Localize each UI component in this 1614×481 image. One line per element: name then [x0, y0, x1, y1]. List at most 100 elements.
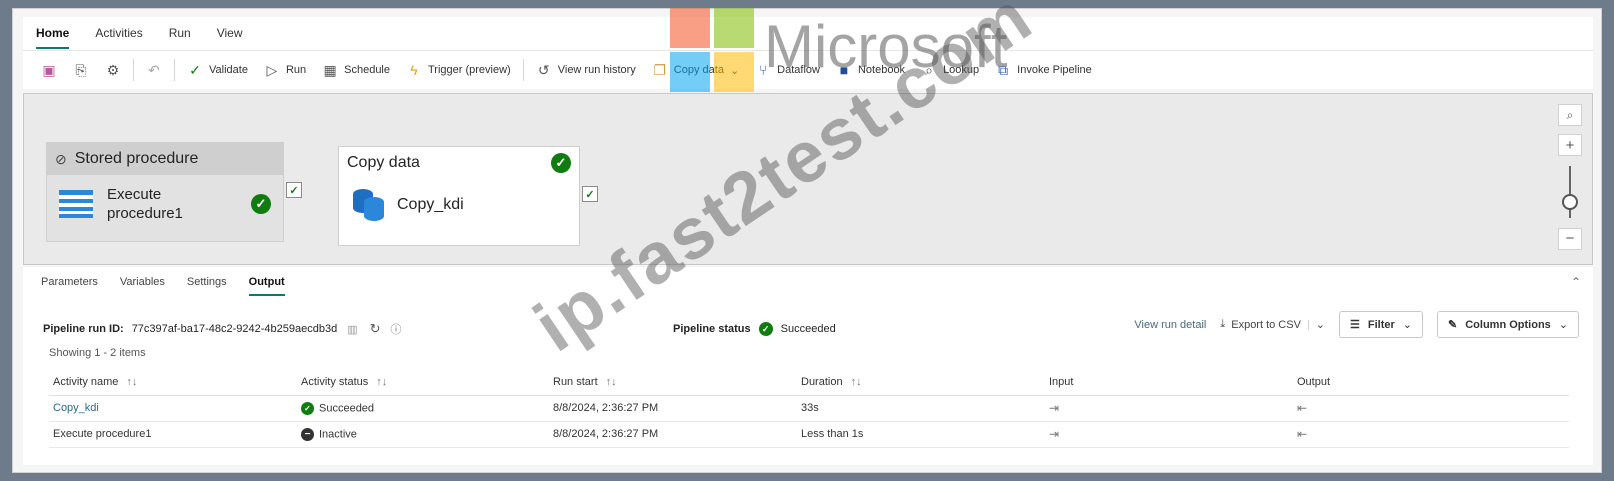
validate-button[interactable]: ✓ Validate — [179, 57, 256, 83]
collapse-panel-icon[interactable]: ⌃ — [1571, 275, 1581, 289]
save-as-button[interactable]: ⎘ — [65, 57, 97, 83]
chevron-down-icon[interactable]: ⌄ — [1316, 318, 1325, 331]
run-button[interactable]: ▷ Run — [256, 57, 314, 83]
pencil-icon: ✎ — [1448, 319, 1458, 331]
stored-procedure-icon — [59, 190, 93, 218]
success-connector-handle[interactable]: ✓ — [286, 182, 302, 198]
sort-icon[interactable]: ↑↓ — [606, 376, 617, 388]
chevron-down-icon: ⌄ — [1558, 319, 1568, 331]
table-header-row: Activity name ↑↓ Activity status ↑↓ Run st… — [49, 369, 1569, 396]
node-body: Copy_kdi — [339, 179, 579, 231]
input-icon[interactable]: ⇥ — [1049, 401, 1059, 415]
view-run-history-button[interactable]: ↺ View run history — [528, 57, 644, 83]
table-row[interactable]: Execute procedure1 − Inactive 8/8/2024, 2… — [49, 421, 1569, 448]
dataflow-button[interactable]: ⑂ Dataflow — [747, 57, 828, 83]
tab-run[interactable]: Run — [156, 17, 204, 51]
schedule-button[interactable]: ▦ Schedule — [314, 57, 398, 83]
view-run-detail-link[interactable]: View run detail — [1134, 319, 1206, 331]
activity-node-stored-procedure[interactable]: ⊘ Stored procedure Execute procedure1 ✓ — [46, 142, 284, 242]
run-id-label: Pipeline run ID: — [43, 323, 124, 335]
copy-data-label: Copy data — [673, 64, 724, 76]
inactive-icon: − — [301, 427, 314, 441]
lightning-icon: ϟ — [410, 62, 418, 78]
activity-name[interactable]: Execute procedure1 — [53, 428, 151, 440]
gear-icon: ⚙ — [106, 61, 120, 78]
save-as-icon: ⎘ — [75, 61, 87, 78]
notebook-icon: ■ — [839, 62, 849, 78]
notebook-button[interactable]: ■ Notebook — [828, 57, 913, 83]
sort-icon[interactable]: ↑↓ — [376, 376, 387, 388]
tab-activities[interactable]: Activities — [82, 17, 155, 51]
output-icon[interactable]: ⇤ — [1297, 401, 1307, 415]
trigger-label: Trigger (preview) — [428, 64, 511, 76]
zoom-out-button[interactable]: − — [1558, 227, 1582, 251]
export-csv-label: Export to CSV — [1231, 318, 1301, 331]
node-header: ⊘ Stored procedure — [47, 143, 283, 175]
trigger-button[interactable]: ϟ Trigger (preview) — [398, 57, 519, 83]
node-type-label: Copy data — [347, 154, 420, 171]
activity-node-copy-data[interactable]: Copy data ✓ Copy_kdi — [338, 146, 580, 246]
bottom-panel: Parameters Variables Settings Output ⌃ P… — [23, 267, 1593, 465]
invoke-pipeline-button[interactable]: ⧉ Invoke Pipeline — [987, 57, 1100, 83]
sort-icon[interactable]: ↑↓ — [851, 376, 862, 388]
column-header-run-start[interactable]: Run start ↑↓ — [549, 369, 797, 396]
settings-button[interactable]: ⚙ — [97, 57, 129, 83]
pipeline-canvas[interactable]: ⊘ Stored procedure Execute procedure1 ✓ … — [23, 93, 1593, 265]
column-options-button[interactable]: ✎ Column Options ⌄ — [1437, 311, 1579, 338]
duration: Less than 1s — [797, 421, 1045, 448]
view-run-history-label: View run history — [557, 64, 636, 76]
zoom-search-button[interactable]: ⌕ — [1558, 104, 1582, 127]
zoom-slider[interactable] — [1562, 166, 1578, 218]
success-connector-handle[interactable]: ✓ — [582, 186, 598, 202]
schedule-label: Schedule — [344, 64, 390, 76]
notebook-label: Notebook — [857, 64, 906, 76]
zoom-in-button[interactable]: + — [1558, 134, 1582, 157]
tab-parameters[interactable]: Parameters — [41, 276, 98, 288]
copy-data-button[interactable]: ❐ Copy data ⌄ — [644, 57, 747, 83]
refresh-icon[interactable]: ↻ — [370, 321, 381, 337]
export-csv-button[interactable]: ⤓ Export to CSV | ⌄ — [1220, 318, 1325, 331]
column-header-duration[interactable]: Duration ↑↓ — [797, 369, 1045, 396]
tab-home[interactable]: Home — [23, 17, 82, 51]
history-icon: ↺ — [537, 61, 550, 78]
undo-icon: ↶ — [148, 61, 160, 78]
tab-view[interactable]: View — [204, 17, 256, 51]
dataflow-icon: ⑂ — [758, 62, 768, 78]
tab-output[interactable]: Output — [248, 276, 285, 296]
node-type-label: Stored procedure — [74, 150, 199, 167]
save-button[interactable]: ▣ — [33, 57, 65, 83]
search-icon: ⌕ — [925, 61, 933, 78]
node-activity-name: Execute procedure1 — [107, 186, 183, 222]
activity-name-link[interactable]: Copy_kdi — [53, 402, 99, 414]
status-label: Pipeline status — [673, 323, 751, 335]
sort-icon[interactable]: ↑↓ — [126, 376, 137, 388]
filter-label: Filter — [1367, 318, 1395, 331]
chevron-down-icon: ⌄ — [1402, 319, 1413, 331]
dataflow-label: Dataflow — [777, 64, 820, 76]
toolbar-divider — [522, 59, 524, 81]
zoom-controls: ⌕ + − — [1558, 104, 1582, 258]
zoom-slider-thumb[interactable] — [1562, 194, 1578, 211]
tab-settings[interactable]: Settings — [187, 276, 227, 288]
copy-data-icon: ❐ — [653, 61, 667, 78]
undo-button[interactable]: ↶ — [138, 57, 170, 83]
success-check-icon: ✓ — [301, 401, 314, 415]
node-header: Copy data ✓ — [339, 147, 579, 179]
lookup-button[interactable]: ⌕ Lookup — [913, 57, 987, 83]
duration: 33s — [797, 395, 1045, 422]
run-id-value: 77c397af-ba17-48c2-9242-4b259aecdb3d — [131, 323, 338, 335]
column-header-activity-name[interactable]: Activity name ↑↓ — [49, 369, 297, 396]
panel-tabs: Parameters Variables Settings Output — [23, 267, 1593, 297]
filter-icon: ☰ — [1350, 319, 1360, 331]
tab-variables[interactable]: Variables — [120, 276, 165, 288]
column-options-label: Column Options — [1465, 318, 1551, 331]
copy-icon[interactable]: ▥ — [347, 323, 357, 336]
column-header-activity-status[interactable]: Activity status ↑↓ — [297, 369, 549, 396]
output-icon[interactable]: ⇤ — [1297, 427, 1307, 441]
info-icon[interactable]: ⓘ — [391, 321, 402, 337]
table-row[interactable]: Copy_kdi ✓ Succeeded 8/8/2024, 2:36:27 PM… — [49, 395, 1569, 422]
play-icon: ▷ — [266, 61, 278, 78]
showing-count: Showing 1 - 2 items — [49, 347, 146, 359]
input-icon[interactable]: ⇥ — [1049, 427, 1059, 441]
filter-button[interactable]: ☰ Filter ⌄ — [1339, 311, 1424, 338]
